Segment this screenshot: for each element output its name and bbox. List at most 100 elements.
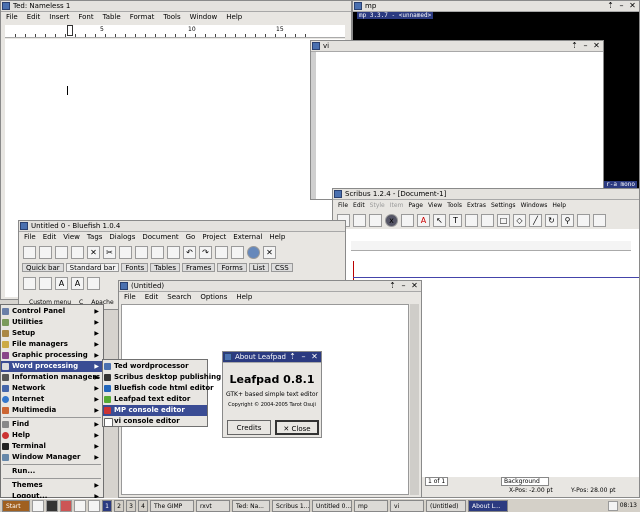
vi-titlebar[interactable]: vi ⇡ – ✕ [311,41,603,52]
task-bluefish[interactable]: Untitled 0... [312,499,352,512]
ted-menu-window[interactable]: Window [190,12,218,23]
task-scribus[interactable]: Scribus 1... [272,499,310,512]
scribus-menu-page[interactable]: Page [408,200,423,211]
menu-help[interactable]: Help ▶ [1,430,103,441]
scribus-menu-windows[interactable]: Windows [521,200,548,211]
indent-marker-icon[interactable] [67,25,73,36]
menu-multimedia[interactable]: Multimedia ▶ [1,405,103,416]
start-button[interactable]: Start [2,499,30,512]
bluefish-titlebar[interactable]: Untitled 0 - Bluefish 1.0.4 [19,221,345,232]
replace-icon[interactable] [167,245,180,259]
close-icon[interactable]: ✕ [87,245,100,259]
text-frame-icon[interactable]: T [449,213,462,227]
maximize-icon[interactable]: ⇡ [570,41,579,50]
tab-fonts[interactable]: Fonts [121,263,149,272]
lp-menu-edit[interactable]: Edit [145,292,159,303]
ted-menu-insert[interactable]: Insert [49,12,69,23]
print-icon[interactable] [401,213,414,227]
scribus-menu-file[interactable]: File [338,200,348,211]
layer-select[interactable]: Background [501,477,549,486]
leafpad-scrollbar[interactable] [410,304,419,495]
tag-icon[interactable] [23,276,36,290]
lp-menu-options[interactable]: Options [200,292,227,303]
task-mp[interactable]: mp [354,499,388,512]
ted-menu-table[interactable]: Table [103,12,121,23]
indent-icon[interactable] [215,245,228,259]
tab-list[interactable]: List [248,263,269,272]
ted-menu-help[interactable]: Help [226,12,242,23]
lp-menu-help[interactable]: Help [236,292,252,303]
undo-icon[interactable]: ↶ [183,245,196,259]
open-icon[interactable] [39,245,52,259]
home-icon[interactable] [32,499,44,512]
tag-icon[interactable] [87,276,100,290]
task-about[interactable]: About L... [468,499,508,512]
redo-icon[interactable]: ↷ [199,245,212,259]
workspace-4[interactable]: 4 [138,499,148,512]
task-ted[interactable]: Ted: Na... [232,499,270,512]
menu-window-manager[interactable]: Window Manager ▶ [1,452,103,463]
close-icon[interactable]: ✕ [310,352,319,361]
menu-file-managers[interactable]: File managers ▶ [1,339,103,350]
save-as-icon[interactable] [71,245,84,259]
find-icon[interactable] [151,245,164,259]
lp-menu-file[interactable]: File [124,292,136,303]
edit-contents-icon[interactable] [577,213,590,227]
maximize-icon[interactable]: ⇡ [388,281,397,290]
close-icon[interactable]: ✕ [592,41,601,50]
tab-tables[interactable]: Tables [150,263,180,272]
bf-menu-project[interactable]: Project [202,232,226,243]
scribus-titlebar[interactable]: Scribus 1.2.4 - [Document-1] [333,189,639,200]
terminal-launcher-icon[interactable] [46,499,58,512]
paste-icon[interactable] [135,245,148,259]
workspace-2[interactable]: 2 [114,499,124,512]
editor-launcher-icon[interactable] [88,499,100,512]
scribus-menu-style[interactable]: Style [370,200,385,211]
submenu-scribus[interactable]: Scribus desktop publishing [103,372,221,383]
zoom-icon[interactable]: ⚲ [561,213,574,227]
bf-menu-document[interactable]: Document [142,232,178,243]
save-icon[interactable] [369,213,382,227]
ted-menu-edit[interactable]: Edit [27,12,41,23]
cut-icon[interactable]: ✂ [103,245,116,259]
menu-find[interactable]: Find ▶ [1,419,103,430]
ted-menu-font[interactable]: Font [78,12,93,23]
ted-menu-file[interactable]: File [6,12,18,23]
credits-button[interactable]: Credits [227,420,271,435]
leafpad-titlebar[interactable]: (Untitled) ⇡ – ✕ [119,281,421,292]
files-launcher-icon[interactable] [74,499,86,512]
bf-menu-external[interactable]: External [233,232,262,243]
link-frames-icon[interactable] [593,213,606,227]
scribus-menu-item[interactable]: Item [390,200,404,211]
scribus-menu-view[interactable]: View [428,200,442,211]
menu-word-processing[interactable]: Word processing ▶ [1,361,103,372]
preview-icon[interactable] [247,245,260,259]
minimize-icon[interactable]: – [299,352,308,361]
minimize-icon[interactable]: – [581,41,590,50]
tab-quick-bar[interactable]: Quick bar [22,263,64,272]
workspace-1[interactable]: 1 [102,499,112,512]
pdf-icon[interactable]: A [417,213,430,227]
bf-menu-tags[interactable]: Tags [87,232,103,243]
save-icon[interactable] [55,245,68,259]
submenu-ted[interactable]: Ted wordprocessor [103,361,207,372]
menu-run[interactable]: Run... [1,466,103,477]
ted-ruler[interactable]: 5 10 15 [5,25,345,38]
bf-menu-go[interactable]: Go [186,232,196,243]
volume-icon[interactable] [607,500,618,511]
tag-icon[interactable] [39,276,52,290]
scribus-menu-help[interactable]: Help [552,200,566,211]
menu-network[interactable]: Network ▶ [1,383,103,394]
menu-control-panel[interactable]: Control Panel ▶ [1,306,103,317]
maximize-icon[interactable]: ⇡ [606,1,615,10]
scribus-menu-extras[interactable]: Extras [467,200,486,211]
task-gimp[interactable]: The GIMP [150,499,194,512]
ted-menu-format[interactable]: Format [130,12,155,23]
menu-themes[interactable]: Themes ▶ [1,480,103,491]
tab-forms[interactable]: Forms [217,263,247,272]
table-icon[interactable] [481,213,494,227]
bf-menu-edit[interactable]: Edit [43,232,57,243]
tools-icon[interactable]: ✕ [263,245,276,259]
ted-titlebar[interactable]: Ted: Nameless 1 [1,1,351,12]
close-icon[interactable]: ✕ [410,281,419,290]
